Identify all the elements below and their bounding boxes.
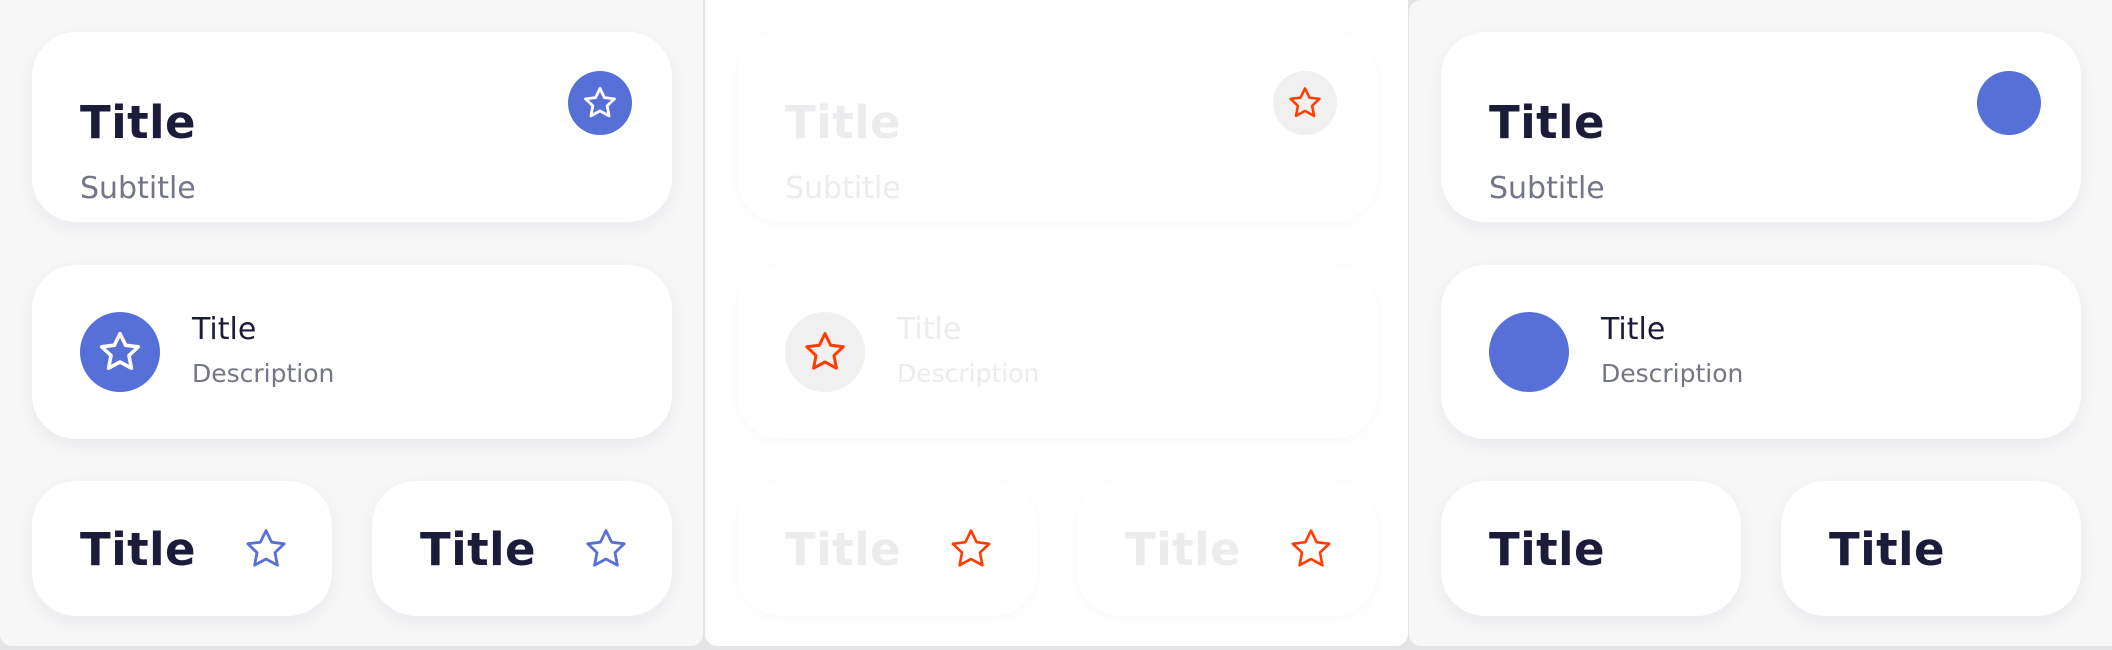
list-item-description: Description — [1601, 359, 1744, 388]
compact-card-title: Title — [1125, 523, 1242, 576]
list-item-title: Title — [1601, 312, 1666, 347]
card-subtitle: Subtitle — [785, 171, 901, 206]
header-card-disabled: Title Subtitle — [737, 32, 1377, 222]
leading-avatar — [1489, 312, 1569, 392]
star-icon — [805, 332, 845, 370]
favorite-button-disabled — [1273, 71, 1337, 135]
compact-card-title: Title — [785, 523, 902, 576]
card-column-default: Title Subtitle Title Description Title T… — [0, 0, 703, 646]
card-subtitle: Subtitle — [80, 171, 196, 206]
card-subtitle: Subtitle — [1489, 171, 1605, 206]
compact-card-title: Title — [80, 523, 197, 576]
card-title: Title — [785, 96, 902, 149]
star-icon — [947, 525, 995, 573]
list-item-card-disabled: Title Description — [737, 265, 1377, 439]
card-title: Title — [1489, 96, 1606, 149]
star-icon — [584, 87, 616, 118]
compact-card[interactable]: Title — [1781, 481, 2081, 616]
compact-card-disabled: Title — [737, 481, 1037, 616]
list-item-title: Title — [897, 312, 962, 347]
accent-dot[interactable] — [1977, 71, 2041, 135]
compact-card-disabled: Title — [1077, 481, 1377, 616]
star-icon[interactable] — [582, 525, 630, 573]
favorite-button[interactable] — [568, 71, 632, 135]
compact-card-title: Title — [1489, 523, 1606, 576]
star-icon — [1287, 525, 1335, 573]
star-icon — [1289, 87, 1321, 118]
list-item-card[interactable]: Title Description — [32, 265, 672, 439]
list-item-card[interactable]: Title Description — [1441, 265, 2081, 439]
list-item-description: Description — [192, 359, 335, 388]
card-column-no-icon: Title Subtitle Title Description Title T… — [1409, 0, 2112, 646]
compact-card[interactable]: Title — [1441, 481, 1741, 616]
leading-avatar — [785, 312, 865, 392]
header-card[interactable]: Title Subtitle — [32, 32, 672, 222]
list-item-description: Description — [897, 359, 1040, 388]
leading-avatar — [80, 312, 160, 392]
card-title: Title — [80, 96, 197, 149]
compact-card-title: Title — [420, 523, 537, 576]
list-item-title: Title — [192, 312, 257, 347]
header-card[interactable]: Title Subtitle — [1441, 32, 2081, 222]
star-icon[interactable] — [242, 525, 290, 573]
compact-card[interactable]: Title — [372, 481, 672, 616]
compact-card[interactable]: Title — [32, 481, 332, 616]
compact-card-title: Title — [1829, 523, 1946, 576]
card-column-disabled: Title Subtitle Title Description Title T… — [705, 0, 1408, 646]
star-icon — [100, 331, 140, 370]
